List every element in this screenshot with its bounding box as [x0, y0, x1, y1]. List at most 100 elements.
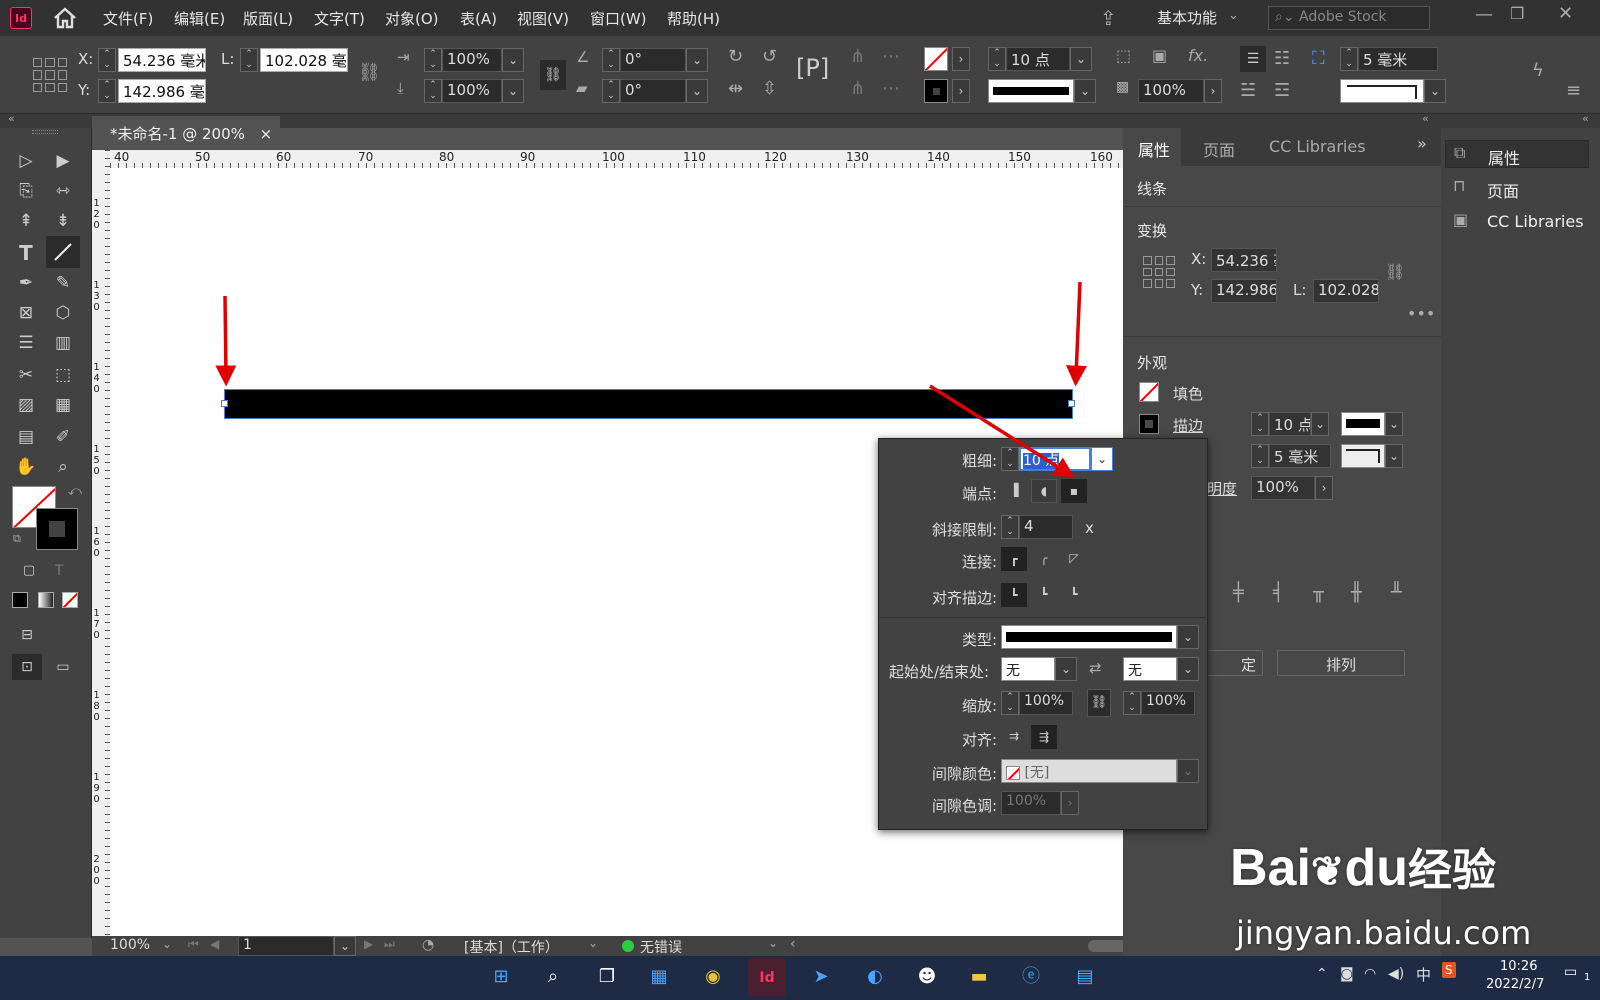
first-page-icon[interactable]: ⏮	[188, 937, 199, 952]
panel-opacity-dropdown[interactable]: ›	[1315, 476, 1333, 500]
restore-icon[interactable]: ❐	[1510, 4, 1524, 23]
stroke-type-dropdown[interactable]: ⌄	[1177, 625, 1199, 649]
panel-stroke-weight-field[interactable]: 10 点	[1269, 412, 1311, 436]
y-stepper[interactable]: ⌃ ⌄	[98, 79, 116, 103]
scale-y-dropdown[interactable]: ⌄	[502, 79, 524, 103]
panel-corner-shape-dropdown[interactable]: ⌄	[1385, 444, 1403, 468]
paragraph-p-icon[interactable]: [P]	[796, 54, 829, 82]
preflight-dropdown-icon[interactable]: ⌄	[768, 936, 778, 950]
align-bottom-icon[interactable]: ╨	[1391, 582, 1402, 603]
clock-date[interactable]: 2022/2/7	[1486, 977, 1544, 992]
shear-dropdown[interactable]: ⌄	[686, 79, 708, 103]
gradient-feather-tool-icon[interactable]: ▦	[50, 392, 76, 418]
chrome-icon[interactable]: ◉	[698, 962, 728, 992]
auto-fit-icon[interactable]: ⛶	[1312, 48, 1325, 69]
tray-app-icon[interactable]: ◙	[1340, 966, 1354, 982]
zoom-dropdown-icon[interactable]: ⌄	[162, 937, 172, 951]
constrain-scale-icon[interactable]: ⛓	[540, 60, 566, 90]
miter-stepper[interactable]: ⌃ ⌄	[1001, 515, 1019, 539]
stroke-swatch[interactable]	[1139, 414, 1159, 434]
y-field[interactable]: 142.986 毫	[118, 79, 206, 103]
corner-icon[interactable]: ⬚	[1116, 46, 1131, 65]
end-arrow-select[interactable]: 无	[1123, 657, 1177, 681]
corner-shape-field[interactable]	[1340, 79, 1424, 103]
polygon-tool-icon[interactable]: ⬡	[50, 300, 76, 326]
reference-point-icon[interactable]	[1143, 256, 1175, 288]
scale-y-field[interactable]: 100%	[442, 79, 502, 103]
select-container-icon[interactable]: ⋔	[850, 46, 865, 67]
arrange-button[interactable]: 排列	[1277, 650, 1405, 676]
dock-item-pages[interactable]: ⊓ 页面	[1445, 174, 1589, 202]
weight-dropdown[interactable]: ⌄	[1091, 447, 1113, 471]
selection-tool-icon[interactable]: ▷	[13, 148, 39, 174]
share-icon[interactable]: ⇪	[1100, 6, 1117, 30]
zoom-tool-icon[interactable]: ⌕	[50, 454, 76, 480]
weight-field[interactable]: 10 点	[1019, 447, 1091, 471]
preflight-settings-icon[interactable]: ◔	[422, 937, 434, 953]
text-wrap-bbox-icon[interactable]: ☷	[1274, 48, 1290, 69]
tab-properties[interactable]: 属性	[1123, 128, 1181, 166]
rotate-field[interactable]: 0°	[620, 48, 686, 72]
text-wrap-shape-icon[interactable]: ☱	[1240, 80, 1256, 101]
normal-view-icon[interactable]: ⊡	[12, 654, 42, 680]
stroke-swatch[interactable]	[924, 79, 948, 103]
scale-end-field[interactable]: 100%	[1141, 691, 1195, 715]
scale-start-field[interactable]: 100%	[1019, 691, 1073, 715]
arrow-extend-icon[interactable]: ⇉	[1001, 725, 1027, 749]
swap-arrows-icon[interactable]: ⇄	[1089, 659, 1102, 677]
chevron-down-icon[interactable]: ⌄	[1228, 8, 1239, 23]
scissors-tool-icon[interactable]: ✂	[13, 362, 39, 388]
minimize-icon[interactable]: —	[1475, 4, 1493, 25]
stock-search-field[interactable]: ⌕⌄ Adobe Stock	[1268, 6, 1430, 30]
projecting-cap-icon[interactable]: ▪	[1061, 479, 1087, 503]
gradient-swatch-tool-icon[interactable]: ▨	[13, 392, 39, 418]
menu-file[interactable]: 文件(F)	[103, 8, 153, 29]
profile-dropdown-icon[interactable]: ⌄	[588, 936, 598, 950]
menu-object[interactable]: 对象(O)	[385, 8, 439, 29]
line-start-handle[interactable]	[221, 400, 228, 407]
last-page-icon[interactable]: ⏭	[384, 937, 395, 952]
tab-pages[interactable]: 页面	[1203, 137, 1235, 161]
zoom-level[interactable]: 100%	[110, 937, 150, 953]
gap-tint-field[interactable]: 100%	[1001, 791, 1061, 815]
collapse-right-icon[interactable]: «	[1582, 112, 1589, 125]
line-tool-icon[interactable]	[46, 236, 80, 268]
align-v-center-icon[interactable]: ╫	[1351, 582, 1362, 603]
feishu-icon[interactable]: ➤	[806, 962, 836, 992]
notification-icon[interactable]: ▭	[1564, 964, 1577, 980]
line-end-handle[interactable]	[1068, 400, 1075, 407]
arrow-inside-icon[interactable]: ⇶	[1031, 725, 1057, 749]
stroke-color-swatch[interactable]	[36, 508, 78, 550]
next-page-icon[interactable]: ▶	[364, 937, 373, 951]
offset-field[interactable]: 5 毫米	[1358, 47, 1438, 71]
x-stepper[interactable]: ⌃ ⌄	[98, 48, 116, 72]
stroke-weight-stepper[interactable]: ⌃ ⌄	[988, 47, 1006, 71]
align-inside-stroke-icon[interactable]: ┗	[1031, 583, 1057, 607]
home-icon[interactable]	[52, 6, 78, 30]
opacity-dropdown[interactable]: ›	[1204, 79, 1222, 103]
tab-cc-libraries[interactable]: CC Libraries	[1269, 137, 1366, 156]
stroke-type-select[interactable]	[1001, 625, 1177, 649]
start-arrow-dropdown[interactable]: ⌄	[1055, 657, 1077, 681]
rectangle-frame-tool-icon[interactable]: ⊠	[13, 300, 39, 326]
sogou-ime-icon[interactable]: S	[1442, 962, 1456, 978]
menu-help[interactable]: 帮助(H)	[667, 8, 720, 29]
scale-end-stepper[interactable]: ⌃ ⌄	[1123, 691, 1141, 715]
selected-line-stroke[interactable]	[224, 389, 1073, 419]
panel-expand-icon[interactable]: »	[1417, 134, 1427, 153]
volume-icon[interactable]: ◀)	[1388, 966, 1404, 982]
corner-shape-dropdown[interactable]: ⌄	[1424, 79, 1446, 103]
dock-item-properties[interactable]: ⧉ 属性	[1445, 140, 1589, 168]
type-tool-icon[interactable]: T	[13, 240, 39, 266]
swap-colors-icon[interactable]: ⤺	[68, 484, 82, 499]
round-cap-icon[interactable]: ◖	[1031, 479, 1057, 503]
free-transform-tool-icon[interactable]: ⬚	[50, 362, 76, 388]
start-icon[interactable]: ⊞	[486, 962, 516, 992]
page-tool-icon[interactable]: ⎘	[13, 178, 39, 204]
pen-tool-icon[interactable]: ✒	[13, 270, 39, 296]
select-next-icon[interactable]: ⋯	[882, 78, 900, 99]
miter-field[interactable]: 4	[1019, 515, 1073, 539]
panel-stroke-weight-stepper[interactable]: ⌃ ⌄	[1251, 412, 1269, 436]
menu-type[interactable]: 文字(T)	[314, 8, 365, 29]
select-prev-icon[interactable]: ⋯	[882, 46, 900, 67]
